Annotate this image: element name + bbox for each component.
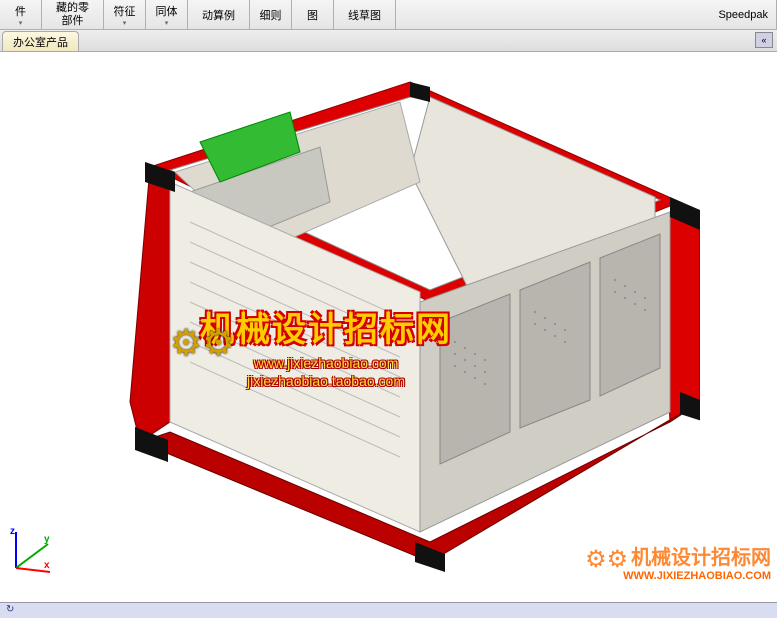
ribbon-toolbar: 件▾ 藏的零 部件 符征▾ 同体▾ 动算例 细则 图 线草图 Speedpak — [0, 0, 777, 30]
computer-case-model — [60, 72, 700, 592]
ribbon-btn-sketch[interactable]: 线草图 — [334, 0, 396, 29]
ribbon-btn-jian[interactable]: 件▾ — [0, 0, 42, 29]
ribbon-btn-speedpak[interactable]: Speedpak — [710, 0, 777, 29]
ribbon-btn-hidden-parts[interactable]: 藏的零 部件 — [42, 0, 104, 29]
axis-x-label: x — [44, 560, 50, 571]
collapse-btn[interactable]: « — [755, 32, 773, 48]
ribbon-btn-fuzheng[interactable]: 符征▾ — [104, 0, 146, 29]
axis-y-label: y — [44, 534, 50, 545]
case-rendering — [60, 72, 700, 592]
ribbon-btn-tongti[interactable]: 同体▾ — [146, 0, 188, 29]
ribbon-btn-yunsuanli[interactable]: 动算例 — [188, 0, 250, 29]
ribbon-btn-detail[interactable]: 细则 — [250, 0, 292, 29]
document-tab-bar: 办公室产品 « — [0, 30, 777, 52]
graphics-viewport[interactable]: ⚙⚙ 机械设计招标网 www.jixiezhaobiao.com jixiezh… — [0, 52, 777, 602]
axis-z-label: z — [10, 526, 15, 537]
tab-office-product[interactable]: 办公室产品 — [2, 31, 79, 51]
orientation-triad[interactable]: z y x — [8, 526, 58, 576]
status-bar: ↻ — [0, 602, 777, 618]
ribbon-btn-tu[interactable]: 图 — [292, 0, 334, 29]
refresh-icon[interactable]: ↻ — [6, 604, 14, 615]
